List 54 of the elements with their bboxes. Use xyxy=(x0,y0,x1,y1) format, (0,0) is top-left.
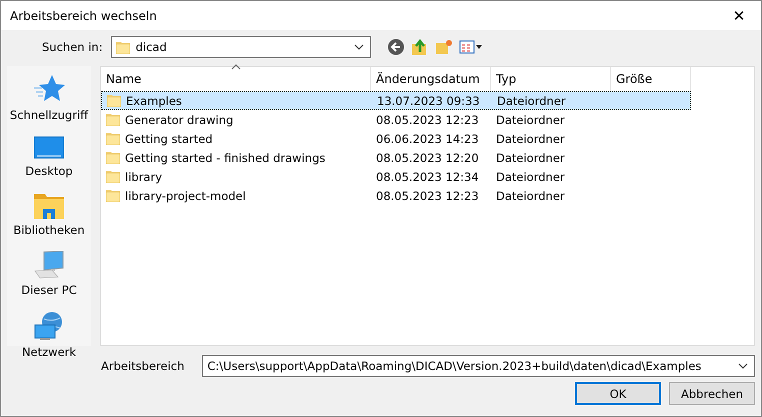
dialog-button[interactable]: OK xyxy=(575,382,661,405)
table-cell-text: Dateiordner xyxy=(495,188,566,204)
file-row[interactable]: Examples 13.07.2023 09:33 Dateiordner xyxy=(101,91,691,110)
table-cell-text: 08.05.2023 12:23 xyxy=(375,112,480,128)
file-name: library xyxy=(125,170,162,184)
file-row[interactable]: library 08.05.2023 12:34 Dateiordner xyxy=(101,167,691,186)
network-icon xyxy=(34,311,64,341)
place-item[interactable]: Netzwerk xyxy=(22,311,76,359)
folder-icon xyxy=(106,113,120,126)
workspace-dropdown[interactable]: C:\Users\support\AppData\Roaming\DICAD\Version.2023+build\daten\dicad\Examples xyxy=(202,355,755,377)
look-in-label: Suchen in: xyxy=(42,40,103,54)
folder-icon xyxy=(106,132,120,145)
table-cell-text: 08.05.2023 12:34 xyxy=(375,168,480,186)
chevron-down-icon xyxy=(738,363,748,369)
folder-icon xyxy=(107,94,121,107)
workspace-label: Arbeitsbereich xyxy=(101,359,184,373)
table-cell-text: 08.05.2023 12:20 xyxy=(375,150,480,166)
file-name: Examples xyxy=(126,94,182,108)
place-item[interactable]: Schnellzugriff xyxy=(10,74,88,122)
window-title: Arbeitsbereich wechseln xyxy=(10,8,157,22)
table-cell-text: 06.06.2023 14:23 xyxy=(375,130,480,148)
star-icon xyxy=(32,74,65,104)
folder-icon xyxy=(106,189,120,202)
close-button[interactable]: ✕ xyxy=(717,1,761,30)
computer-icon xyxy=(34,251,64,279)
folder-up-icon[interactable] xyxy=(410,38,429,56)
file-name: Getting started - finished drawings xyxy=(125,150,326,164)
file-row[interactable]: Generator drawing 08.05.2023 12:23 Dateiordner xyxy=(101,110,691,129)
file-row[interactable]: library-project-model 08.05.2023 12:23 Dateiordner xyxy=(101,186,691,205)
file-name: Generator drawing xyxy=(125,112,234,126)
folder-icon xyxy=(116,40,130,54)
file-name: library-project-model xyxy=(125,188,246,202)
file-row[interactable]: Getting started - finished drawings 08.05.2023 12:20 Dateiordner xyxy=(101,148,691,167)
place-item[interactable]: Dieser PC xyxy=(21,251,77,297)
back-icon[interactable] xyxy=(386,38,405,56)
table-cell-text: Dateiordner xyxy=(495,168,566,186)
table-cell-text: Dateiordner xyxy=(496,92,567,109)
table-cell-text: Dateiordner xyxy=(495,130,566,148)
dialog-button[interactable]: Abbrechen xyxy=(669,382,755,405)
file-name: Getting started xyxy=(125,132,213,146)
view-menu-icon[interactable] xyxy=(458,40,483,54)
folder-icon xyxy=(106,170,120,183)
folder-icon xyxy=(106,151,120,164)
table-cell-text: Dateiordner xyxy=(495,150,566,166)
table-cell-text: 08.05.2023 12:23 xyxy=(375,188,480,204)
library-folder-icon xyxy=(34,192,64,219)
chevron-down-icon xyxy=(354,44,364,50)
look-in-dropdown[interactable]: dicad xyxy=(110,36,371,58)
table-cell-text: 13.07.2023 09:33 xyxy=(376,92,481,109)
place-item[interactable]: Bibliotheken xyxy=(13,192,85,237)
monitor-icon xyxy=(34,136,64,160)
file-row[interactable]: Getting started 06.06.2023 14:23 Dateiordner xyxy=(101,129,691,148)
place-item[interactable]: Desktop xyxy=(25,136,73,178)
table-cell-text: Dateiordner xyxy=(495,112,566,128)
